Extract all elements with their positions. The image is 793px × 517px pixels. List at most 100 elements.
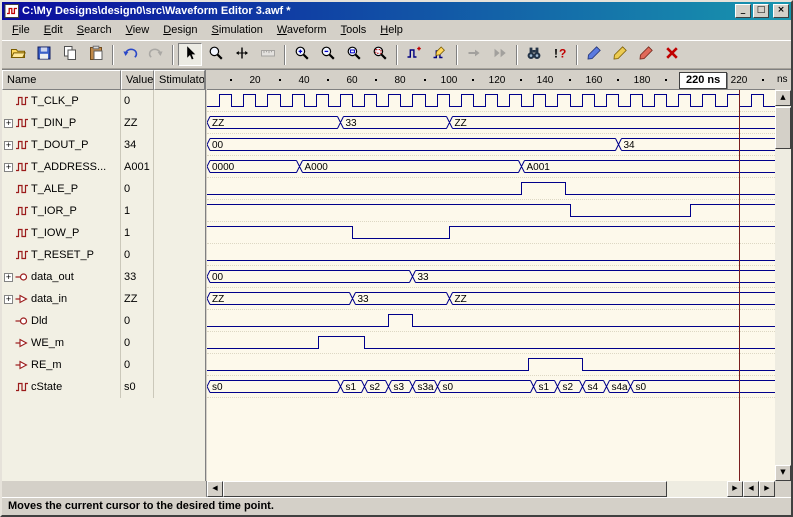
signal-row-T_IOR_P[interactable]: T_IOR_P1: [2, 200, 205, 222]
menu-edit[interactable]: Edit: [37, 22, 70, 38]
assert-button[interactable]: !?: [548, 43, 572, 66]
signal-row-cState[interactable]: cStates0: [2, 376, 205, 398]
signal-name-cell[interactable]: +T_ADDRESS...: [2, 156, 121, 178]
signal-row-WE_m[interactable]: WE_m0: [2, 332, 205, 354]
add-stimulator-button[interactable]: [402, 43, 426, 66]
signal-name-cell[interactable]: +T_DIN_P: [2, 112, 121, 134]
signal-name-cell[interactable]: +T_DOUT_P: [2, 134, 121, 156]
column-header-stimulator[interactable]: Stimulator: [154, 70, 205, 90]
stretch-wave-button[interactable]: [608, 43, 632, 66]
zoom-in-button[interactable]: [290, 43, 314, 66]
signal-row-T_ALE_P[interactable]: T_ALE_P0: [2, 178, 205, 200]
wave-T_IOR_P[interactable]: [207, 200, 775, 222]
expand-icon[interactable]: +: [4, 295, 13, 304]
zoom-full-button[interactable]: [342, 43, 366, 66]
save-button[interactable]: [32, 43, 56, 66]
horizontal-scroll-thumb[interactable]: [223, 481, 667, 497]
signal-stimulator[interactable]: [154, 376, 205, 398]
signal-stimulator[interactable]: [154, 200, 205, 222]
page-left-button[interactable]: ◀: [743, 481, 759, 497]
zoom-area-button[interactable]: [368, 43, 392, 66]
draw-wave-button[interactable]: [582, 43, 606, 66]
signal-row-T_CLK_P[interactable]: T_CLK_P0: [2, 90, 205, 112]
scroll-up-button[interactable]: ▲: [775, 90, 791, 106]
signal-name-cell[interactable]: T_IOW_P: [2, 222, 121, 244]
signal-name-cell[interactable]: RE_m: [2, 354, 121, 376]
signal-stimulator[interactable]: [154, 134, 205, 156]
signal-name-cell[interactable]: Dld: [2, 310, 121, 332]
edit-stimulator-button[interactable]: [428, 43, 452, 66]
paste-button[interactable]: [84, 43, 108, 66]
horizontal-scroll-track[interactable]: [223, 481, 727, 497]
page-right-button[interactable]: ▶: [759, 481, 775, 497]
wave-T_ALE_P[interactable]: [207, 178, 775, 200]
expand-icon[interactable]: +: [4, 141, 13, 150]
scroll-down-button[interactable]: ▼: [775, 465, 791, 481]
wave-RE_m[interactable]: [207, 354, 775, 376]
horizontal-scrollbar[interactable]: ◀ ▶ ◀ ▶: [207, 481, 775, 497]
signal-stimulator[interactable]: [154, 222, 205, 244]
menu-search[interactable]: Search: [70, 22, 119, 38]
wave-T_RESET_P[interactable]: [207, 244, 775, 266]
wave-rows[interactable]: ZZ33ZZ00340000A000A0010033ZZ33ZZs0s1s2s3…: [207, 90, 775, 481]
signal-name-cell[interactable]: cState: [2, 376, 121, 398]
signal-stimulator[interactable]: [154, 90, 205, 112]
copy-button[interactable]: [58, 43, 82, 66]
signal-name-cell[interactable]: +data_in: [2, 288, 121, 310]
signal-row-data_out[interactable]: +data_out33: [2, 266, 205, 288]
wave-T_CLK_P[interactable]: [207, 90, 775, 112]
expand-icon[interactable]: +: [4, 119, 13, 128]
menu-tools[interactable]: Tools: [334, 22, 374, 38]
menu-file[interactable]: File: [5, 22, 37, 38]
signal-name-cell[interactable]: T_IOR_P: [2, 200, 121, 222]
vertical-scroll-thumb[interactable]: [775, 107, 791, 149]
signal-stimulator[interactable]: [154, 156, 205, 178]
signal-stimulator[interactable]: [154, 112, 205, 134]
title-bar[interactable]: C:\My Designs\design0\src\Waveform Edito…: [2, 2, 791, 20]
wave-T_ADDRESS[interactable]: 0000A000A001: [207, 156, 775, 178]
expand-icon[interactable]: +: [4, 273, 13, 282]
column-header-name[interactable]: Name: [2, 70, 121, 90]
signal-stimulator[interactable]: [154, 354, 205, 376]
wave-WE_m[interactable]: [207, 332, 775, 354]
signal-stimulator[interactable]: [154, 288, 205, 310]
maximize-button[interactable]: □: [753, 4, 769, 18]
scroll-left-button[interactable]: ◀: [207, 481, 223, 497]
close-button[interactable]: ×: [773, 4, 789, 18]
signal-row-T_RESET_P[interactable]: T_RESET_P0: [2, 244, 205, 266]
select-mode-button[interactable]: [178, 43, 202, 66]
signal-row-T_ADDRESS[interactable]: +T_ADDRESS...A001: [2, 156, 205, 178]
erase-wave-button[interactable]: [634, 43, 658, 66]
signal-name-cell[interactable]: T_RESET_P: [2, 244, 121, 266]
signal-row-RE_m[interactable]: RE_m0: [2, 354, 205, 376]
wave-Dld[interactable]: [207, 310, 775, 332]
signal-stimulator[interactable]: [154, 178, 205, 200]
signal-stimulator[interactable]: [154, 244, 205, 266]
menu-help[interactable]: Help: [373, 22, 410, 38]
signal-name-cell[interactable]: T_ALE_P: [2, 178, 121, 200]
menu-waveform[interactable]: Waveform: [270, 22, 334, 38]
signal-name-cell[interactable]: +data_out: [2, 266, 121, 288]
signal-name-cell[interactable]: T_CLK_P: [2, 90, 121, 112]
zoom-out-button[interactable]: [316, 43, 340, 66]
signal-row-data_in[interactable]: +data_inZZ: [2, 288, 205, 310]
wave-T_DOUT_P[interactable]: 0034: [207, 134, 775, 156]
menu-simulation[interactable]: Simulation: [205, 22, 270, 38]
signal-stimulator[interactable]: [154, 266, 205, 288]
menu-view[interactable]: View: [119, 22, 157, 38]
signal-row-T_DIN_P[interactable]: +T_DIN_PZZ: [2, 112, 205, 134]
wave-cState[interactable]: s0s1s2s3s3as0s1s2s4s4as0: [207, 376, 775, 398]
wave-T_DIN_P[interactable]: ZZ33ZZ: [207, 112, 775, 134]
open-button[interactable]: [6, 43, 30, 66]
wave-T_IOW_P[interactable]: [207, 222, 775, 244]
signal-stimulator[interactable]: [154, 310, 205, 332]
vertical-scrollbar[interactable]: ▲ ▼: [775, 90, 791, 481]
time-cursor-button[interactable]: [230, 43, 254, 66]
scroll-right-button[interactable]: ▶: [727, 481, 743, 497]
signal-row-T_IOW_P[interactable]: T_IOW_P1: [2, 222, 205, 244]
column-header-value[interactable]: Value: [121, 70, 154, 90]
signal-name-cell[interactable]: WE_m: [2, 332, 121, 354]
signal-row-T_DOUT_P[interactable]: +T_DOUT_P34: [2, 134, 205, 156]
find-button[interactable]: [522, 43, 546, 66]
signal-row-Dld[interactable]: Dld0: [2, 310, 205, 332]
